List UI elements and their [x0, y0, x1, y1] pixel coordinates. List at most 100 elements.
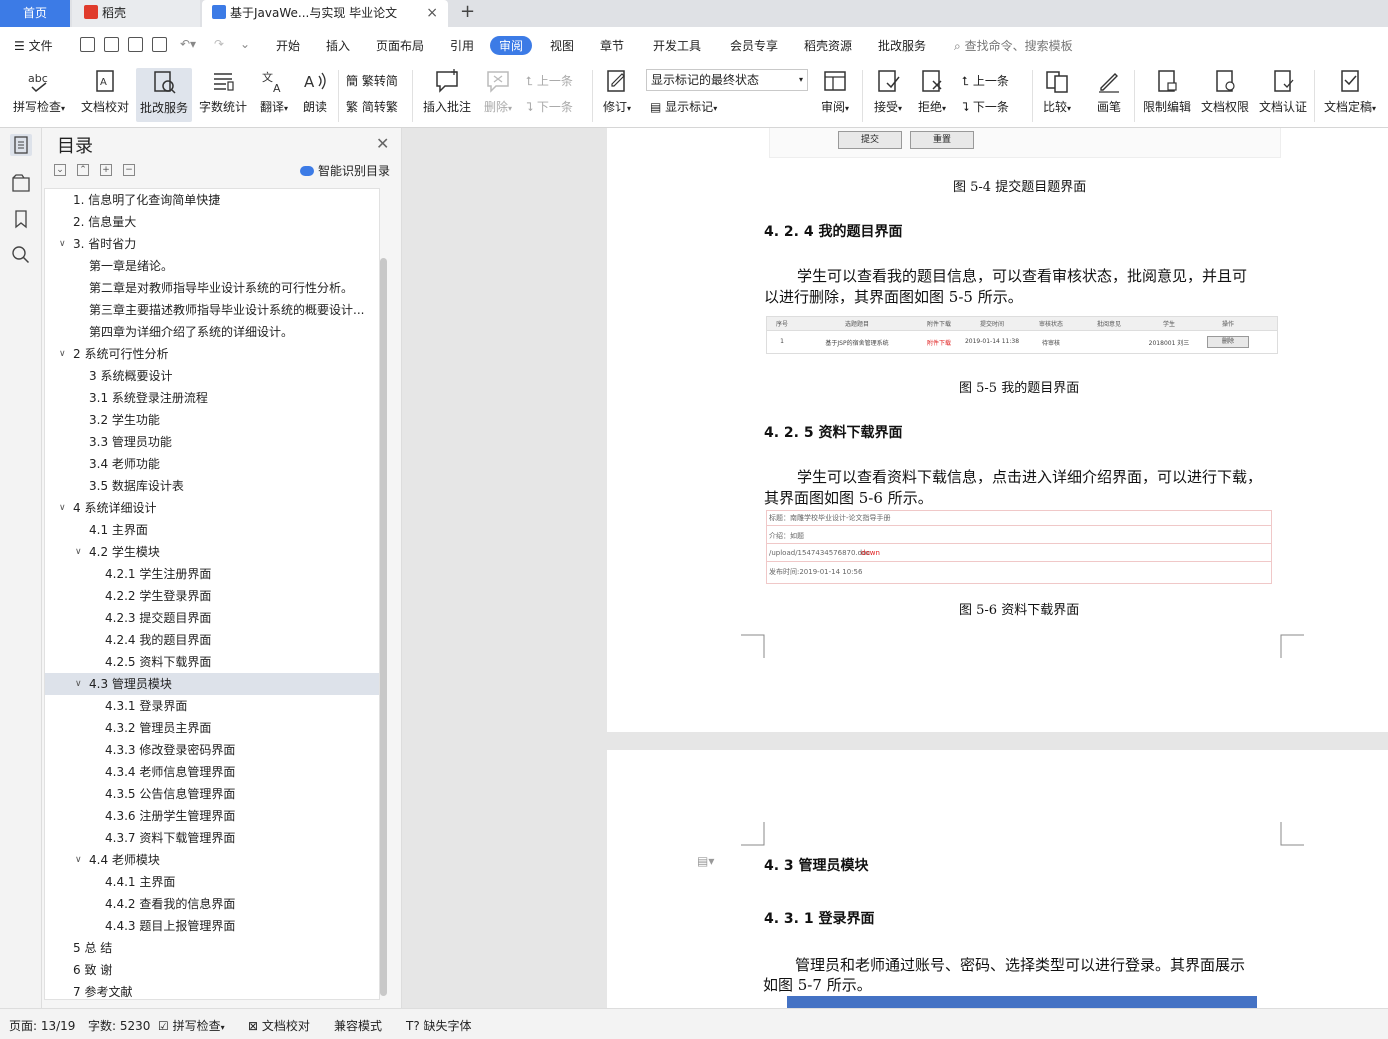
toc-item[interactable]: ∨ 4.2 学生模块: [45, 541, 379, 563]
toc-item[interactable]: 4.2.2 学生登录界面: [45, 585, 379, 607]
status-proofread[interactable]: ⊠ 文档校对: [248, 1017, 310, 1034]
export-pdf-icon[interactable]: [104, 37, 119, 52]
toc-item[interactable]: 4.3.5 公告信息管理界面: [45, 783, 379, 805]
review-pane-button[interactable]: 审阅▾: [816, 68, 854, 115]
toc-item[interactable]: 6 致 谢: [45, 959, 379, 981]
toc-item[interactable]: 4.4.2 查看我的信息界面: [45, 893, 379, 915]
customize-chevron-icon[interactable]: ⌄: [240, 37, 250, 51]
command-search[interactable]: ⌕ 查找命令、搜索模板: [954, 37, 1073, 54]
save-icon[interactable]: [80, 37, 95, 52]
chevron-down-icon[interactable]: ∨: [75, 673, 82, 695]
markup-state-select[interactable]: 显示标记的最终状态 ▾: [646, 69, 808, 91]
missing-font-button[interactable]: T? 缺失字体: [406, 1017, 472, 1034]
add-heading-icon[interactable]: +: [100, 164, 112, 176]
next-comment-button[interactable]: ⮧ 下一条: [526, 98, 573, 115]
track-changes-button[interactable]: 修订▾: [598, 68, 636, 115]
spell-check-button[interactable]: abc 拼写检查▾: [8, 68, 70, 115]
toc-item[interactable]: 1. 信息明了化查询简单快捷: [45, 189, 379, 211]
toc-item[interactable]: 4.3.6 注册学生管理界面: [45, 805, 379, 827]
toc-item[interactable]: ∨ 4.4 老师模块: [45, 849, 379, 871]
print-preview-icon[interactable]: [152, 37, 167, 52]
chevron-down-icon[interactable]: ∨: [59, 343, 66, 365]
menu-chapter[interactable]: 章节: [600, 37, 624, 54]
menu-developer[interactable]: 开发工具: [653, 37, 701, 54]
toc-item[interactable]: 3.4 老师功能: [45, 453, 379, 475]
search-panel-icon[interactable]: [10, 244, 32, 266]
toc-item[interactable]: 3.5 数据库设计表: [45, 475, 379, 497]
menu-insert[interactable]: 插入: [326, 37, 350, 54]
restrict-editing-button[interactable]: 限制编辑: [1140, 68, 1194, 115]
toc-item[interactable]: 4.3.1 登录界面: [45, 695, 379, 717]
doc-certify-button[interactable]: 文档认证: [1256, 68, 1310, 115]
expand-all-icon[interactable]: ⌃: [77, 164, 89, 176]
toc-item[interactable]: ∨ 2 系统可行性分析: [45, 343, 379, 365]
toc-item[interactable]: 4.4.3 题目上报管理界面: [45, 915, 379, 937]
remove-heading-icon[interactable]: −: [123, 164, 135, 176]
next-change-button[interactable]: ⮧ 下一条: [962, 98, 1009, 115]
tab-daoke[interactable]: 稻壳: [72, 0, 200, 27]
finalize-button[interactable]: 文档定稿▾: [1320, 68, 1380, 115]
print-icon[interactable]: [128, 37, 143, 52]
toc-item[interactable]: 第四章为详细介绍了系统的详细设计。: [45, 321, 379, 343]
toc-item[interactable]: 第二章是对教师指导毕业设计系统的可行性分析。: [45, 277, 379, 299]
doc-permission-button[interactable]: 文档权限: [1198, 68, 1252, 115]
proofread-button[interactable]: A 文档校对: [78, 68, 132, 115]
review-service-button[interactable]: 批改服务: [136, 68, 192, 122]
toc-item[interactable]: ∨ 3. 省时省力: [45, 233, 379, 255]
toc-item[interactable]: 4.3.2 管理员主界面: [45, 717, 379, 739]
delete-comment-button[interactable]: 删除▾: [478, 68, 518, 115]
paragraph-options-icon[interactable]: ▤▾: [697, 854, 714, 868]
smart-toc-button[interactable]: 智能识别目录: [300, 162, 390, 179]
show-markup-button[interactable]: ▤ 显示标记▾: [650, 98, 717, 115]
toc-item[interactable]: ∨ 4 系统详细设计: [45, 497, 379, 519]
menu-page-layout[interactable]: 页面布局: [376, 37, 424, 54]
toc-item[interactable]: 4.2.3 提交题目界面: [45, 607, 379, 629]
translate-button[interactable]: 文A 翻译▾: [254, 68, 294, 115]
chapter-nav-icon[interactable]: [10, 172, 32, 194]
toc-panel-icon[interactable]: [10, 134, 32, 156]
new-tab-button[interactable]: +: [460, 1, 475, 22]
close-icon[interactable]: ✕: [376, 134, 389, 153]
toc-item[interactable]: 3.3 管理员功能: [45, 431, 379, 453]
toc-item[interactable]: 4.2.4 我的题目界面: [45, 629, 379, 651]
chevron-down-icon[interactable]: ∨: [75, 541, 82, 563]
tab-home[interactable]: 首页: [0, 0, 70, 27]
toc-item[interactable]: 5 总 结: [45, 937, 379, 959]
redo-icon[interactable]: ↷: [214, 37, 224, 51]
status-spell-check[interactable]: ☑ 拼写检查▾: [158, 1017, 225, 1034]
accept-button[interactable]: 接受▾: [868, 68, 908, 115]
menu-view[interactable]: 视图: [550, 37, 574, 54]
compare-button[interactable]: 比较▾: [1038, 68, 1076, 115]
toc-item[interactable]: 3.1 系统登录注册流程: [45, 387, 379, 409]
menu-review[interactable]: 审阅: [490, 36, 533, 55]
toc-item[interactable]: 7 参考文献: [45, 981, 379, 999]
undo-icon[interactable]: ↶▾: [180, 37, 196, 51]
menu-start[interactable]: 开始: [276, 37, 300, 54]
insert-comment-button[interactable]: 插入批注: [420, 68, 474, 115]
page-indicator[interactable]: 页面: 13/19: [9, 1017, 75, 1034]
bookmark-icon[interactable]: [10, 208, 32, 230]
menu-references[interactable]: 引用: [450, 37, 474, 54]
collapse-all-icon[interactable]: ⌄: [54, 164, 66, 176]
file-menu[interactable]: ☰ 文件: [14, 37, 53, 54]
toc-item[interactable]: 第三章主要描述教师指导毕业设计系统的概要设计...: [45, 299, 379, 321]
toc-item[interactable]: 4.3.3 修改登录密码界面: [45, 739, 379, 761]
read-aloud-button[interactable]: A 朗读: [298, 68, 332, 115]
tab-document[interactable]: 基于JavaWe...与实现 毕业论文 ×: [202, 0, 448, 27]
toc-item[interactable]: 4.3.4 老师信息管理界面: [45, 761, 379, 783]
chevron-down-icon[interactable]: ∨: [59, 497, 66, 519]
trad-to-simp-button[interactable]: 簡 繁转简: [346, 72, 398, 89]
word-count-indicator[interactable]: 字数: 5230: [88, 1017, 150, 1034]
toc-item[interactable]: 4.3.7 资料下载管理界面: [45, 827, 379, 849]
menu-member[interactable]: 会员专享: [730, 37, 778, 54]
toc-item[interactable]: 2. 信息量大: [45, 211, 379, 233]
toc-item[interactable]: 3 系统概要设计: [45, 365, 379, 387]
chevron-down-icon[interactable]: ∨: [75, 849, 82, 871]
pen-button[interactable]: 画笔: [1090, 68, 1128, 115]
prev-change-button[interactable]: ⮤ 上一条: [962, 72, 1009, 89]
word-count-button[interactable]: 字数统计: [196, 68, 250, 115]
menu-review-service[interactable]: 批改服务: [878, 37, 926, 54]
toc-item[interactable]: ∨ 4.3 管理员模块: [45, 673, 379, 695]
chevron-down-icon[interactable]: ∨: [59, 233, 66, 255]
toc-item[interactable]: 4.2.1 学生注册界面: [45, 563, 379, 585]
